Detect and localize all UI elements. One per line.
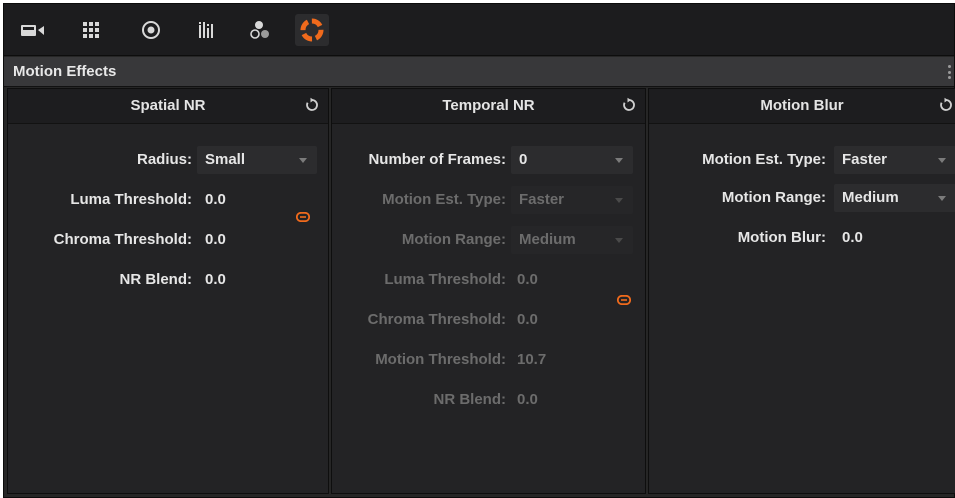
radius-dropdown[interactable]: Small [197, 146, 317, 174]
tool-grid-button[interactable] [74, 14, 108, 46]
blur-est-value: Faster [842, 151, 888, 168]
circle-target-icon [142, 21, 160, 39]
radius-row: Radius: Small [8, 146, 328, 174]
frames-value: 0 [519, 151, 528, 168]
temporal-est-row: Motion Est. Type: Faster [332, 186, 645, 214]
chevron-down-icon [938, 196, 946, 201]
temporal-blend-label: NR Blend: [433, 391, 507, 408]
temporal-chroma-value[interactable]: 0.0 [517, 308, 538, 332]
bar-meter-icon [199, 22, 213, 38]
luma-threshold-label: Luma Threshold: [70, 191, 192, 208]
temporal-chroma-row: Chroma Threshold: 0.0 [332, 308, 645, 332]
blur-range-value: Medium [842, 189, 899, 206]
temporal-luma-value[interactable]: 0.0 [517, 268, 538, 292]
temporal-nr-title: Temporal NR [442, 97, 535, 114]
chevron-down-icon [299, 158, 307, 163]
temporal-luma-row: Luma Threshold: 0.0 [332, 268, 645, 292]
temporal-blend-value[interactable]: 0.0 [517, 388, 538, 412]
toolbar [4, 4, 954, 56]
camera-icon [21, 25, 44, 36]
chevron-down-icon [938, 158, 946, 163]
temporal-luma-label: Luma Threshold: [384, 271, 506, 288]
motion-blur-value[interactable]: 0.0 [842, 226, 863, 250]
motion-blur-panel: Motion Blur Motion Est. Type: Faster Mot… [648, 88, 955, 494]
blur-est-row: Motion Est. Type: Faster [649, 146, 955, 174]
frames-dropdown[interactable]: 0 [511, 146, 633, 174]
radius-label: Radius: [136, 151, 192, 168]
motion-blur-row: Motion Blur: 0.0 [649, 226, 955, 250]
nodes-icon [250, 21, 269, 39]
panel-title: Motion Effects [13, 63, 117, 80]
link-icon[interactable] [617, 295, 631, 305]
temporal-est-dropdown[interactable]: Faster [511, 186, 633, 214]
chevron-down-icon [615, 198, 623, 203]
blur-range-row: Motion Range: Medium [649, 184, 955, 212]
reset-icon[interactable] [304, 97, 320, 113]
motion-blur-header: Motion Blur [649, 89, 955, 124]
chevron-down-icon [615, 238, 623, 243]
link-icon[interactable] [296, 212, 310, 222]
temporal-blend-row: NR Blend: 0.0 [332, 388, 645, 412]
spatial-nr-header: Spatial NR [8, 89, 328, 124]
spatial-nr-panel: Spatial NR Radius: Small Luma Threshold:… [7, 88, 329, 494]
nr-blend-label: NR Blend: [119, 271, 193, 288]
chroma-threshold-value[interactable]: 0.0 [205, 228, 226, 252]
motion-threshold-row: Motion Threshold: 10.7 [332, 348, 645, 372]
reset-icon[interactable] [938, 97, 954, 113]
nr-blend-value[interactable]: 0.0 [205, 268, 226, 292]
blur-est-dropdown[interactable]: Faster [834, 146, 955, 174]
luma-threshold-row: Luma Threshold: 0.0 [8, 188, 328, 212]
blur-range-label: Motion Range: [721, 189, 826, 206]
chevron-down-icon [615, 158, 623, 163]
nr-blend-row: NR Blend: 0.0 [8, 268, 328, 292]
tool-nodes-button[interactable] [244, 14, 278, 46]
motion-effects-icon [300, 18, 324, 42]
luma-threshold-value[interactable]: 0.0 [205, 188, 226, 212]
temporal-range-label: Motion Range: [401, 231, 506, 248]
tool-meter-button[interactable] [190, 14, 224, 46]
chroma-threshold-label: Chroma Threshold: [53, 231, 192, 248]
options-menu-icon[interactable] [948, 65, 952, 79]
spatial-nr-title: Spatial NR [130, 97, 206, 114]
reset-icon[interactable] [621, 97, 637, 113]
temporal-range-dropdown[interactable]: Medium [511, 226, 633, 254]
temporal-est-label: Motion Est. Type: [382, 191, 506, 208]
temporal-chroma-label: Chroma Threshold: [367, 311, 506, 328]
tool-clip-button[interactable] [16, 14, 50, 46]
blur-est-label: Motion Est. Type: [702, 151, 826, 168]
temporal-nr-panel: Temporal NR Number of Frames: 0 Motion E… [331, 88, 646, 494]
radius-value: Small [205, 151, 246, 168]
motion-effects-window: Motion Effects Spatial NR Radius: Small … [3, 3, 955, 498]
frames-label: Number of Frames: [368, 151, 506, 168]
temporal-est-value: Faster [519, 191, 565, 208]
tool-motion-effects-button[interactable] [295, 14, 329, 46]
temporal-range-value: Medium [519, 231, 576, 248]
tool-target-button[interactable] [134, 14, 168, 46]
chroma-threshold-row: Chroma Threshold: 0.0 [8, 228, 328, 252]
blur-range-dropdown[interactable]: Medium [834, 184, 955, 212]
panel-titlebar: Motion Effects [4, 57, 954, 87]
temporal-range-row: Motion Range: Medium [332, 226, 645, 254]
motion-threshold-value[interactable]: 10.7 [517, 348, 546, 372]
temporal-nr-header: Temporal NR [332, 89, 645, 124]
frames-row: Number of Frames: 0 [332, 146, 645, 174]
motion-blur-title: Motion Blur [760, 97, 844, 114]
motion-threshold-label: Motion Threshold: [375, 351, 506, 368]
grid-icon [83, 22, 99, 38]
motion-blur-label: Motion Blur: [737, 229, 826, 246]
